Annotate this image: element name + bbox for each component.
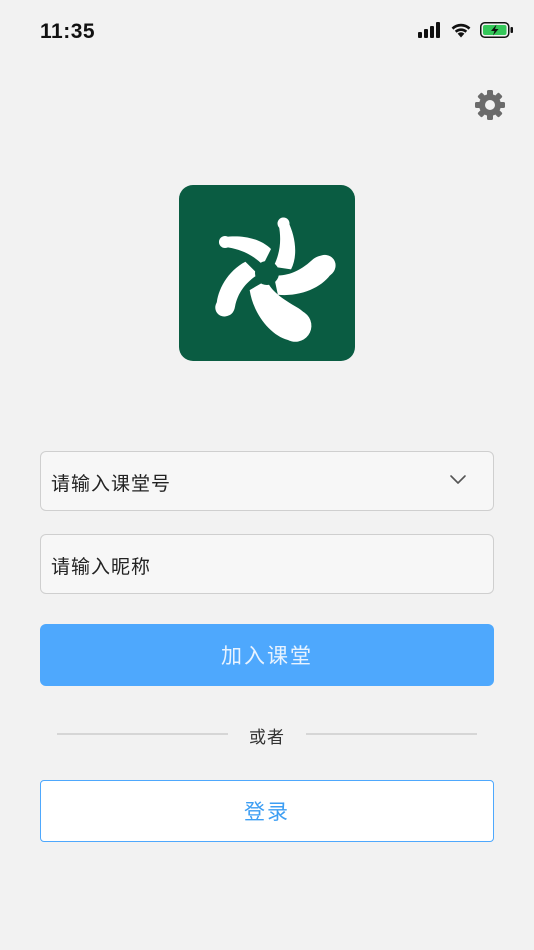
status-bar: 11:35 (0, 0, 534, 64)
nickname-placeholder: 请输入昵称 (51, 556, 152, 578)
divider-line-right (306, 733, 477, 735)
classroom-number-placeholder: 请输入课堂号 (51, 473, 172, 495)
settings-button[interactable] (474, 89, 506, 121)
battery-charging-icon (480, 22, 513, 38)
nickname-field[interactable]: 请输入昵称 (40, 534, 497, 595)
gear-icon (475, 90, 505, 120)
wifi-icon (451, 23, 471, 38)
chevron-down-icon[interactable] (449, 474, 467, 486)
cellular-signal-icon (418, 22, 440, 38)
join-classroom-button[interactable]: 加入课堂 (40, 624, 494, 686)
status-icons (418, 22, 514, 38)
classroom-number-field[interactable]: 请输入课堂号 (40, 451, 497, 512)
login-button[interactable]: 登录 (40, 780, 494, 842)
pinwheel-logo-icon (215, 217, 336, 342)
status-time: 11:35 (40, 20, 96, 43)
divider-or-text: 或者 (249, 728, 285, 748)
app-logo (179, 185, 355, 361)
